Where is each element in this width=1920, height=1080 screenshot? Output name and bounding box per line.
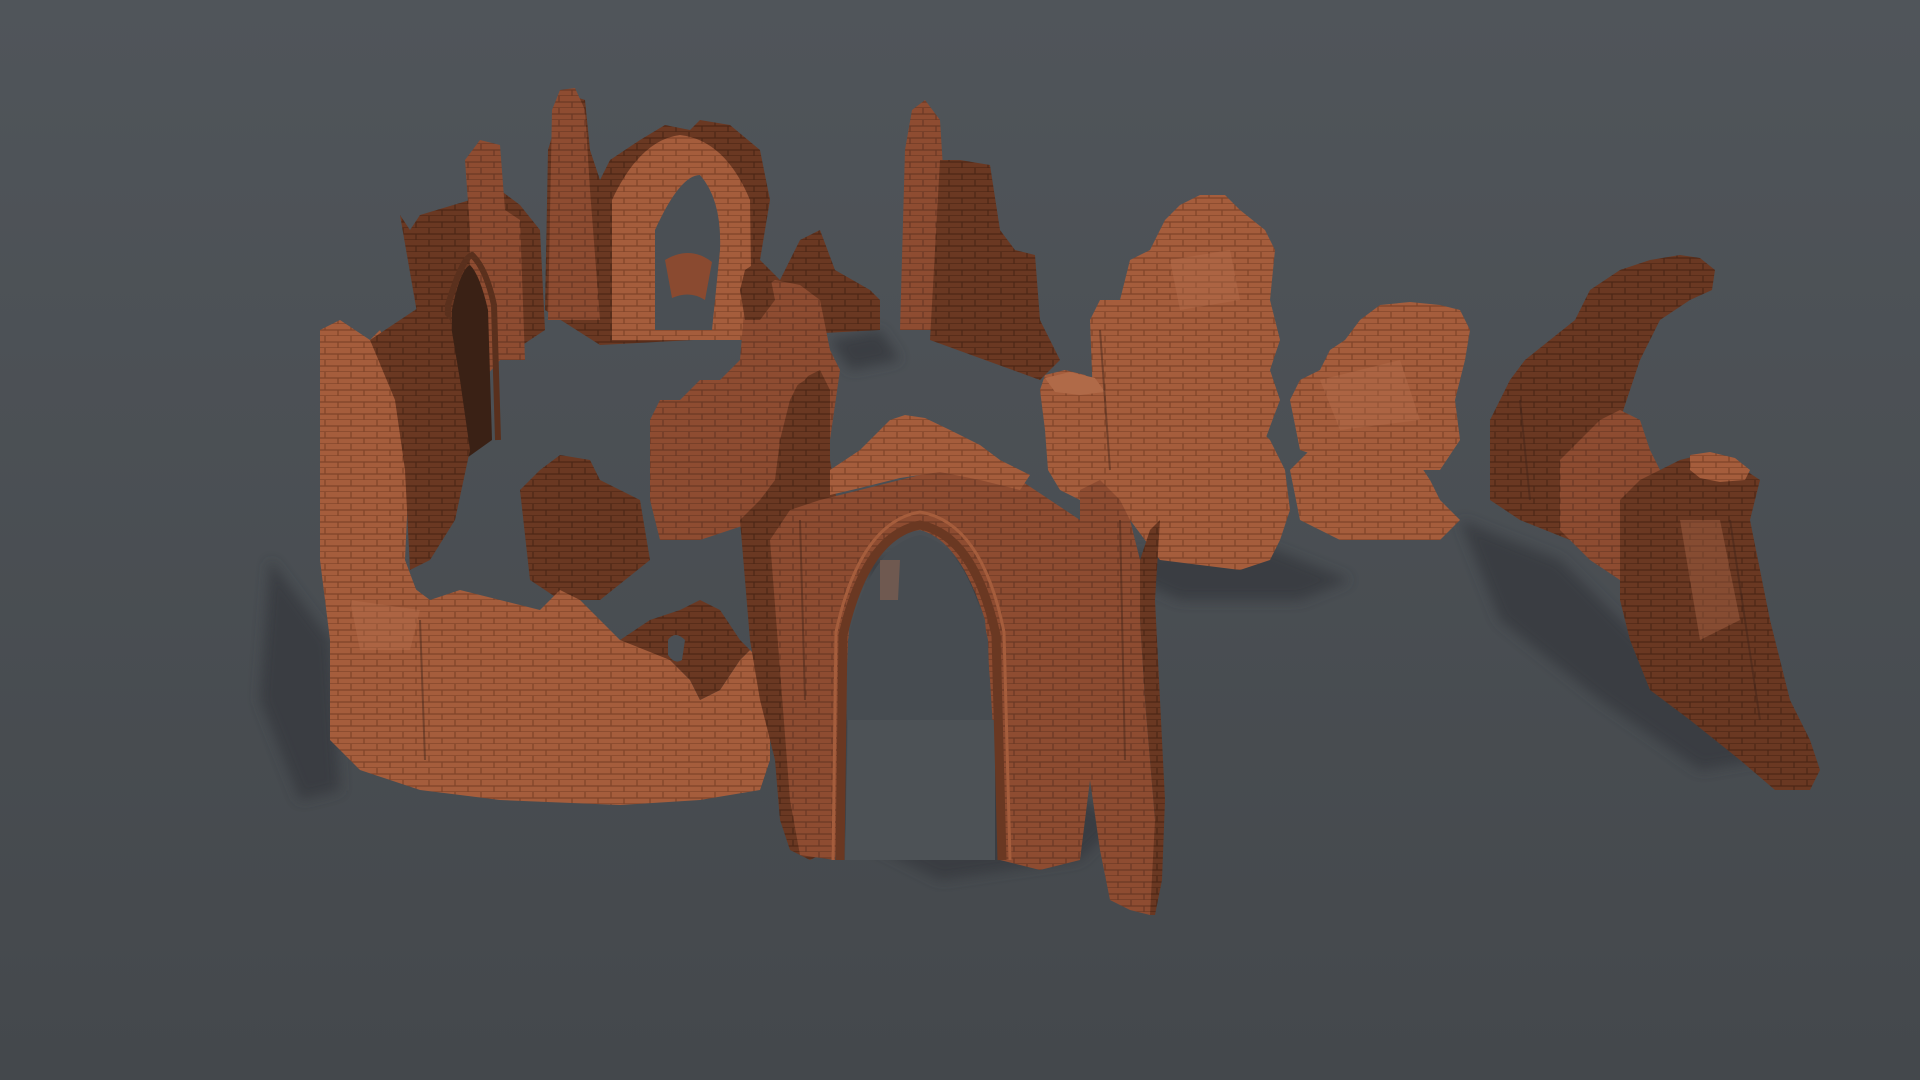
ruins-scene (0, 0, 1920, 1080)
render-viewport (0, 0, 1920, 1080)
